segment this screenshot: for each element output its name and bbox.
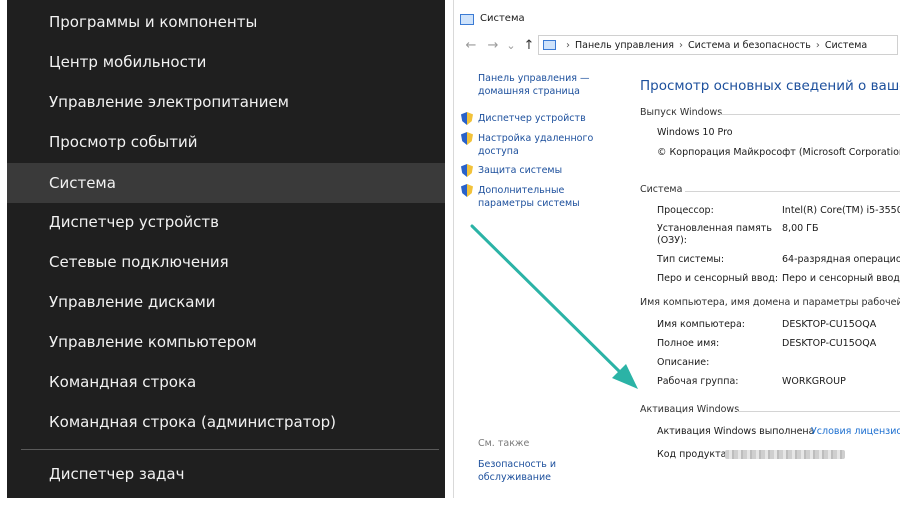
system-window: Система ← → ⌄ ↑ › Панель управления › Си… — [453, 0, 900, 498]
menu-item-device-manager[interactable]: Диспетчер устройств — [7, 203, 445, 241]
menu-item-programs[interactable]: Программы и компоненты — [7, 3, 445, 41]
arrow-shaft — [470, 224, 626, 378]
menu-divider — [21, 449, 439, 450]
menu-item-command-prompt[interactable]: Командная строка — [7, 363, 445, 401]
menu-item-event-viewer[interactable]: Просмотр событий — [7, 123, 445, 161]
menu-item-system[interactable]: Система — [7, 163, 445, 203]
winx-menu: Программы и компоненты Центр мобильности… — [7, 0, 445, 498]
annotation-arrow — [470, 224, 638, 389]
menu-item-command-prompt-admin[interactable]: Командная строка (администратор) — [7, 403, 445, 441]
menu-item-computer-management[interactable]: Управление компьютером — [7, 323, 445, 361]
menu-item-power-options[interactable]: Управление электропитанием — [7, 83, 445, 121]
window-content: Система ← → ⌄ ↑ › Панель управления › Си… — [454, 0, 900, 498]
menu-item-task-manager[interactable]: Диспетчер задач — [7, 455, 445, 493]
menu-item-mobility-center[interactable]: Центр мобильности — [7, 43, 445, 81]
menu-item-disk-management[interactable]: Управление дисками — [7, 283, 445, 321]
menu-item-network-connections[interactable]: Сетевые подключения — [7, 243, 445, 281]
